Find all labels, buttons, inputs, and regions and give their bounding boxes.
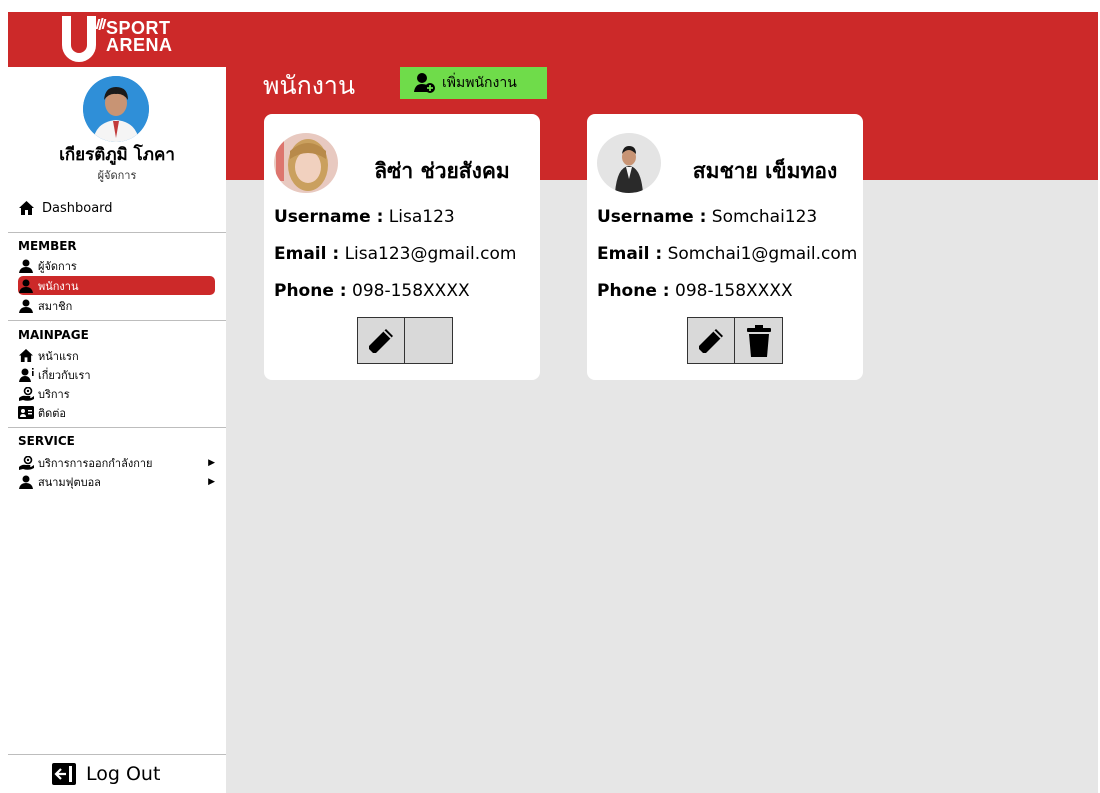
add-user-icon [414, 72, 436, 94]
user-avatar[interactable] [83, 76, 149, 142]
delete-button[interactable] [735, 317, 783, 364]
sidebar: เกียรติภูมิ โภคา ผู้จัดการ Dashboard MEM… [8, 67, 226, 793]
logout-button[interactable]: Log Out [52, 763, 160, 785]
nav-item-label: หน้าแรก [38, 349, 79, 363]
nav-item-label: เกี่ยวกับเรา [38, 368, 91, 382]
employee-username: Username : Somchai123 [597, 207, 818, 227]
user-icon [18, 258, 34, 274]
user-info-icon [18, 367, 34, 383]
employee-name: สมชาย เข็มทอง [692, 159, 838, 183]
app-window: SPORT ARENA เกียรติภูมิ โภคา ผู้จัดการ D… [0, 0, 1100, 793]
pencil-icon [369, 328, 393, 353]
section-mainpage-title: MAINPAGE [18, 328, 89, 342]
delete-button[interactable] [405, 317, 453, 364]
chevron-right-icon: ▶ [208, 476, 215, 487]
nav-item-members[interactable]: สมาชิก [18, 296, 215, 315]
nav-item-fitness[interactable]: บริการการออกกำลังกาย ▶ [18, 453, 215, 472]
divider [8, 754, 226, 755]
card-actions [357, 317, 453, 364]
divider [8, 320, 226, 321]
user-icon [18, 298, 34, 314]
nav-item-contact[interactable]: ติดต่อ [18, 403, 215, 422]
nav-item-services[interactable]: บริการ [18, 384, 215, 403]
employee-email: Email : Somchai1@gmail.com [597, 244, 858, 264]
page-title: พนักงาน [263, 71, 356, 100]
nav-item-home[interactable]: หน้าแรก [18, 346, 215, 365]
add-employee-button[interactable]: เพิ่มพนักงาน [400, 67, 547, 99]
employee-name: ลิซ่า ช่วยสังคม [374, 159, 510, 183]
divider [8, 427, 226, 428]
nav-item-employees[interactable]: พนักงาน [18, 276, 215, 295]
logo-u-shape [62, 16, 96, 62]
employee-card: ลิซ่า ช่วยสังคม Username : Lisa123 Email… [264, 114, 540, 380]
user-role: ผู้จัดการ [97, 169, 137, 182]
nav-item-label: พนักงาน [38, 279, 79, 293]
pencil-icon [699, 328, 723, 353]
section-service-title: SERVICE [18, 434, 75, 448]
brand-logo[interactable]: SPORT ARENA [62, 16, 202, 64]
nav-item-label: สมาชิก [38, 299, 73, 313]
divider [8, 232, 226, 233]
edit-button[interactable] [357, 317, 405, 364]
employee-phone: Phone : 098-158XXXX [274, 281, 470, 301]
logout-label: Log Out [86, 763, 161, 785]
user-icon [18, 278, 34, 294]
service-hand-icon [18, 455, 34, 471]
home-icon [18, 200, 34, 216]
contact-card-icon [18, 405, 34, 421]
edit-button[interactable] [687, 317, 735, 364]
employee-email: Email : Lisa123@gmail.com [274, 244, 517, 264]
nav-item-label: บริการการออกกำลังกาย [38, 456, 153, 470]
employee-card: สมชาย เข็มทอง Username : Somchai123 Emai… [587, 114, 863, 380]
employee-photo [274, 133, 338, 193]
nav-item-label: ผู้จัดการ [38, 259, 77, 273]
card-actions [687, 317, 783, 364]
user-icon [18, 474, 34, 490]
nav-item-label: สนามฟุตบอล [38, 475, 101, 489]
nav-item-managers[interactable]: ผู้จัดการ [18, 256, 215, 275]
logo-text: SPORT ARENA [106, 18, 173, 55]
nav-item-football-field[interactable]: สนามฟุตบอล ▶ [18, 472, 215, 491]
logout-icon [52, 763, 76, 785]
chevron-right-icon: ▶ [208, 457, 215, 468]
employee-phone: Phone : 098-158XXXX [597, 281, 793, 301]
trash-icon [746, 324, 771, 357]
nav-item-label: ติดต่อ [38, 406, 67, 420]
service-hand-icon [18, 386, 34, 402]
employee-photo [597, 133, 661, 193]
home-icon [18, 348, 34, 364]
user-name: เกียรติภูมิ โภคา [59, 145, 175, 165]
section-member-title: MEMBER [18, 239, 77, 253]
employee-username: Username : Lisa123 [274, 207, 455, 227]
nav-dashboard-label: Dashboard [42, 200, 113, 216]
nav-dashboard[interactable]: Dashboard [18, 200, 113, 216]
add-employee-label: เพิ่มพนักงาน [442, 74, 517, 90]
nav-item-label: บริการ [38, 387, 70, 401]
nav-item-about[interactable]: เกี่ยวกับเรา [18, 365, 215, 384]
logo-stripes [95, 18, 107, 40]
